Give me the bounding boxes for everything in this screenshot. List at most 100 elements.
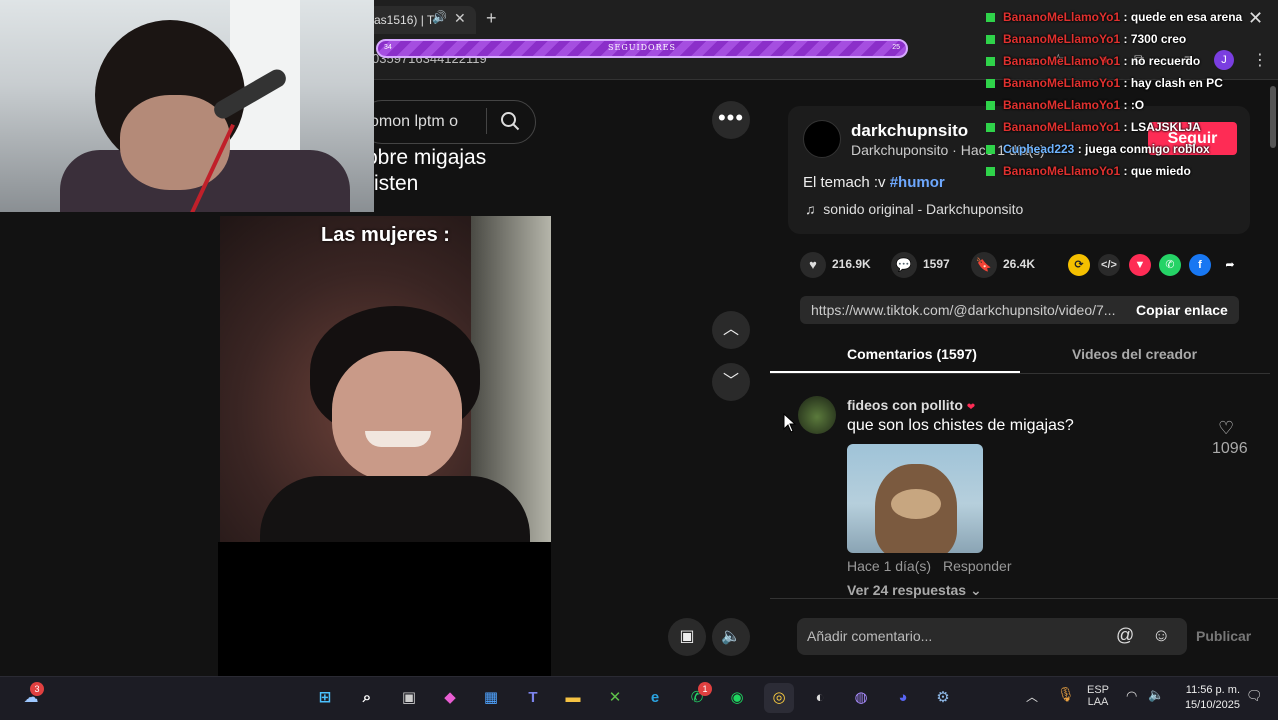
new-tab-button[interactable]: + <box>486 8 497 29</box>
chat-badge-icon <box>986 13 995 23</box>
hashtag-link[interactable]: #humor <box>890 174 945 191</box>
tab-comments[interactable]: Comentarios (1597) <box>847 346 977 362</box>
embed-code-icon[interactable]: </> <box>1098 254 1120 276</box>
volume-icon[interactable]: 🔈 <box>712 618 750 656</box>
previous-video-button[interactable]: ︿ <box>712 311 750 349</box>
chat-message: BananoMeLlamoYo1 : LSAJSKLJA <box>986 120 1276 142</box>
author-username[interactable]: darkchupnsito <box>851 121 968 141</box>
webcam-overlay <box>0 0 374 212</box>
chat-text: : :O <box>1123 98 1145 112</box>
edge-icon[interactable]: e <box>640 683 670 713</box>
comment-placeholder[interactable]: Añadir comentario... <box>807 628 932 644</box>
steam-icon[interactable]: ⚙ <box>928 683 958 713</box>
microphone-icon[interactable]: 🎙 <box>1057 686 1075 703</box>
stream-chat-overlay: BananoMeLlamoYo1 : quede en esa arena Ban… <box>986 10 1276 186</box>
close-tab-icon[interactable]: ✕ <box>454 10 466 27</box>
chat-username: BananoMeLlamoYo1 <box>1003 120 1121 134</box>
comment-bubble-icon[interactable]: 💬 <box>891 252 917 278</box>
chat-badge-icon <box>986 79 995 89</box>
chat-username: BananoMeLlamoYo1 <box>1003 98 1121 112</box>
chat-badge-icon <box>986 145 995 155</box>
tray-chevron-up-icon[interactable]: ︿ <box>1026 688 1038 705</box>
next-video-button[interactable]: ﹀ <box>712 363 750 401</box>
chat-badge-icon <box>986 167 995 177</box>
keyboard-layout: LAA <box>1087 696 1109 708</box>
chat-app-icon[interactable]: ◍ <box>846 683 876 713</box>
chat-text: : quede en esa arena <box>1123 10 1243 24</box>
comment-stat[interactable]: 💬 1597 <box>891 252 950 278</box>
search-input[interactable]: omon lptm o <box>370 113 458 131</box>
whatsapp-badge: 1 <box>698 682 712 696</box>
chat-username: BananoMeLlamoYo1 <box>1003 76 1121 90</box>
teams-icon[interactable]: T <box>518 683 548 713</box>
chat-username: BananoMeLlamoYo1 <box>1003 32 1121 46</box>
reply-button[interactable]: Responder <box>943 558 1012 574</box>
chrome-icon[interactable]: ◎ <box>764 683 794 713</box>
like-count: 216.9K <box>832 257 871 272</box>
system-clock[interactable]: 11:56 p. m. 15/10/2025 <box>1178 683 1240 713</box>
file-explorer-icon[interactable]: ▬ <box>558 683 588 713</box>
share-link-text[interactable]: https://www.tiktok.com/@darkchupnsito/vi… <box>811 302 1116 318</box>
chat-badge-icon <box>986 57 995 67</box>
weather-badge: 3 <box>30 682 44 696</box>
video-player[interactable] <box>220 216 551 542</box>
search-icon[interactable] <box>500 111 520 131</box>
chat-username: BananoMeLlamoYo1 <box>1003 54 1121 68</box>
send-icon[interactable]: ▼ <box>1129 254 1151 276</box>
store-icon[interactable]: ▦ <box>476 683 506 713</box>
speaker-icon[interactable]: 🔊 <box>432 10 447 24</box>
obs-icon[interactable]: ◐ <box>805 683 835 713</box>
wifi-icon[interactable]: ◠ <box>1126 688 1137 704</box>
repost-icon[interactable]: ⟳ <box>1068 254 1090 276</box>
taskbar-search-icon[interactable]: ⌕ <box>352 683 382 713</box>
facebook-share-icon[interactable]: f <box>1189 254 1211 276</box>
chat-badge-icon <box>986 101 995 111</box>
mention-at-icon[interactable]: @ <box>1116 625 1134 646</box>
chat-message: BananoMeLlamoYo1 : hay clash en PC <box>986 76 1276 98</box>
spotify-icon[interactable]: ◉ <box>722 683 752 713</box>
more-options-button[interactable]: ••• <box>712 101 750 139</box>
active-tab-indicator <box>770 371 1020 373</box>
commenter-username[interactable]: fideos con pollito ❤ <box>847 397 975 413</box>
feed-text-line-1: obre migajas <box>366 146 487 169</box>
like-stat[interactable]: ♥ 216.9K <box>800 252 871 278</box>
emoji-icon[interactable]: ☺ <box>1152 625 1170 646</box>
mouse-cursor-icon <box>783 413 797 433</box>
copilot-icon[interactable]: ◆ <box>435 683 465 713</box>
xbox-icon[interactable]: ✕ <box>600 683 630 713</box>
clock-date: 15/10/2025 <box>1184 699 1240 711</box>
save-stat[interactable]: 🔖 26.4K <box>971 252 1036 278</box>
author-avatar[interactable] <box>803 120 841 158</box>
publish-button[interactable]: Publicar <box>1196 628 1251 644</box>
chevron-down-icon: ⌄ <box>969 582 982 598</box>
discord-icon[interactable]: ◕ <box>888 683 918 713</box>
comment-like-heart-icon[interactable]: ♡ <box>1218 418 1234 439</box>
tab-title: as1516) | Ti <box>374 13 437 27</box>
pip-icon[interactable]: ▣ <box>668 618 706 656</box>
save-count: 26.4K <box>1003 257 1036 272</box>
bookmark-icon[interactable]: 🔖 <box>971 252 997 278</box>
copy-link-button[interactable]: Copiar enlace <box>1136 302 1228 318</box>
speaker-tray-icon[interactable]: 🔈 <box>1148 687 1164 703</box>
comment-time: Hace 1 día(s) <box>847 558 932 574</box>
chat-username: BananoMeLlamoYo1 <box>1003 10 1121 24</box>
chat-message: BananoMeLlamoYo1 : no recuerdo <box>986 54 1276 76</box>
music-info[interactable]: ♫ sonido original - Darkchuponsito <box>805 201 1023 217</box>
task-view-icon[interactable]: ▣ <box>394 683 424 713</box>
comment-sticker-image <box>847 444 983 553</box>
commenter-avatar[interactable] <box>798 396 836 434</box>
view-replies-button[interactable]: Ver 24 respuestas ⌄ <box>847 582 982 599</box>
heart-icon[interactable]: ♥ <box>800 252 826 278</box>
tab-creator-videos[interactable]: Videos del creador <box>1072 346 1197 362</box>
language-indicator[interactable]: ESP LAA <box>1084 684 1112 708</box>
chat-username: BananoMeLlamoYo1 <box>1003 164 1121 178</box>
feed-text-line-2: isten <box>374 172 419 195</box>
language-code: ESP <box>1086 684 1109 696</box>
whatsapp-share-icon[interactable]: ✆ <box>1159 254 1181 276</box>
chat-text: : que miedo <box>1123 164 1191 178</box>
notifications-icon[interactable]: 🗨 <box>1246 688 1263 704</box>
chat-badge-icon <box>986 123 995 133</box>
chat-badge-icon <box>986 35 995 45</box>
windows-start-icon[interactable]: ⊞ <box>310 683 340 713</box>
share-arrow-icon[interactable]: ➦ <box>1219 254 1241 276</box>
